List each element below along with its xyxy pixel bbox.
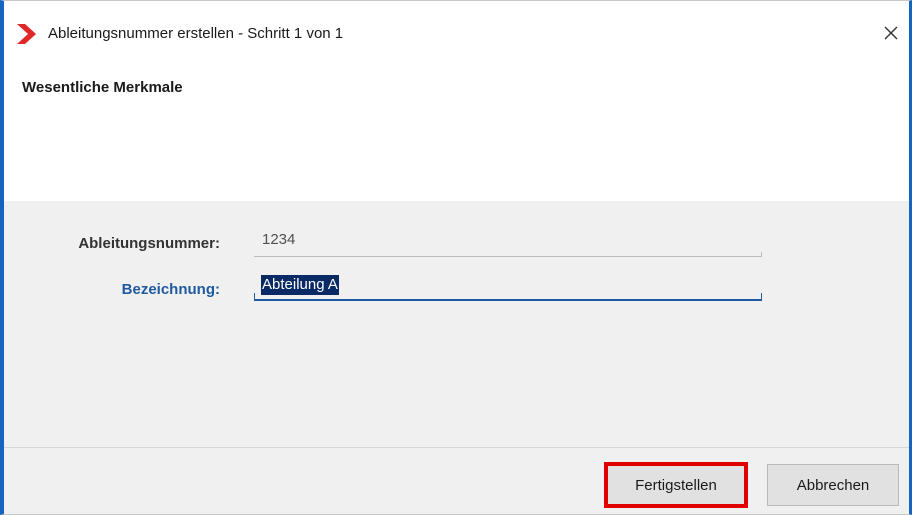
form-area: Ableitungsnummer: 1234 Bezeichnung: Abte… <box>4 201 909 447</box>
section-heading: Wesentliche Merkmale <box>22 79 183 96</box>
dialog-header: Wesentliche Merkmale <box>4 59 909 201</box>
bezeichnung-label: Bezeichnung: <box>121 281 220 298</box>
cancel-button-label: Abbrechen <box>796 476 870 494</box>
window-title: Ableitungsnummer erstellen - Schritt 1 v… <box>48 25 344 42</box>
close-icon[interactable] <box>879 21 903 45</box>
red-chevron-logo-icon <box>17 24 36 44</box>
bezeichnung-input[interactable]: Abteilung A <box>254 273 762 301</box>
button-bar: Fertigstellen Abbrechen <box>4 447 909 514</box>
ableitungsnummer-label: Ableitungsnummer: <box>78 235 220 252</box>
title-bar: Ableitungsnummer erstellen - Schritt 1 v… <box>4 1 909 59</box>
bezeichnung-selected-text: Abteilung A <box>261 275 339 295</box>
dialog-window: Ableitungsnummer erstellen - Schritt 1 v… <box>0 0 912 515</box>
cancel-button[interactable]: Abbrechen <box>767 464 899 506</box>
finish-button-label: Fertigstellen <box>635 476 717 494</box>
finish-button[interactable]: Fertigstellen <box>606 464 746 506</box>
ableitungsnummer-field: 1234 <box>254 231 762 257</box>
